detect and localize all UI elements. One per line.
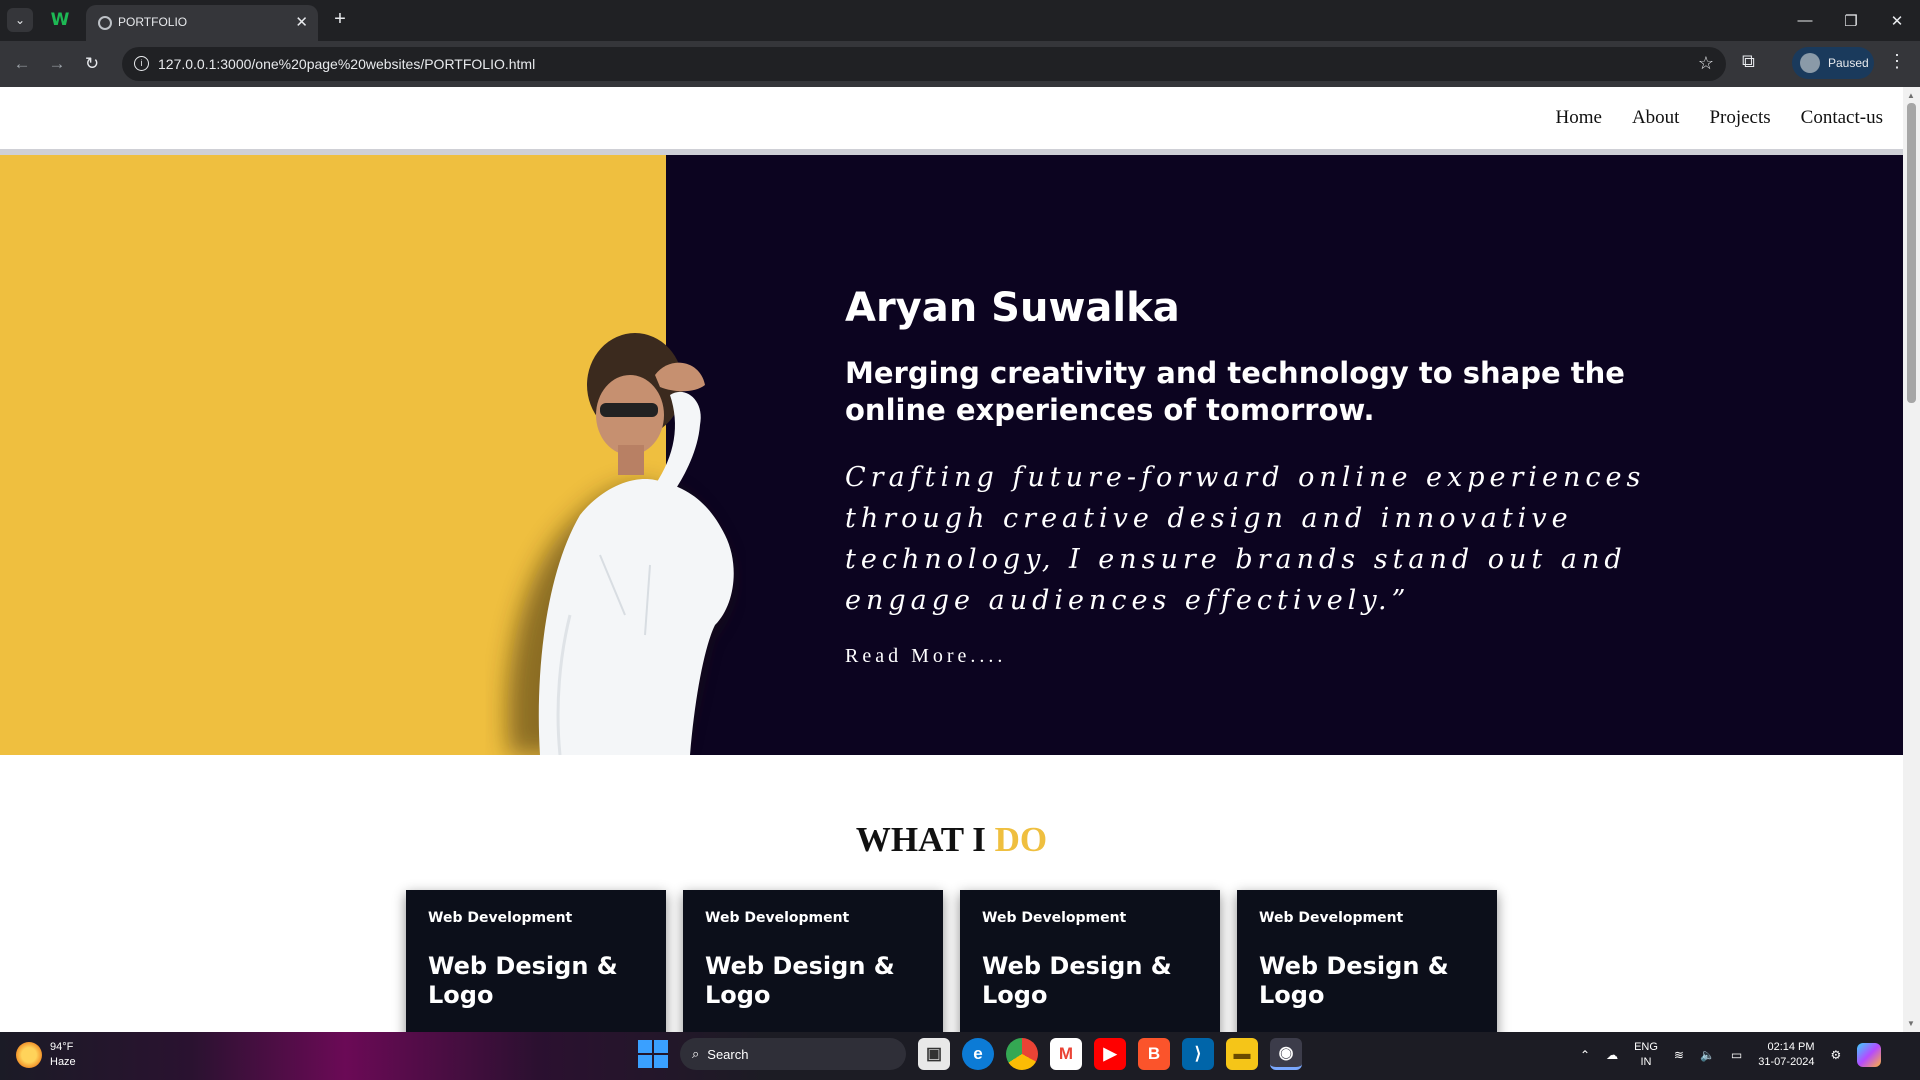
browser-toolbar: ← → ↻ i 127.0.0.1:3000/one%20page%20webs… [0,41,1920,87]
hero-text-block: Aryan Suwalka Merging creativity and tec… [845,285,1745,668]
file-explorer-icon[interactable]: ▬ [1226,1038,1258,1070]
hero-tagline: Merging creativity and technology to sha… [845,356,1625,427]
windows-start-icon[interactable] [636,1038,668,1070]
brave-icon[interactable]: B [1138,1038,1170,1070]
back-arrow-icon[interactable]: ← [10,52,34,76]
close-window-icon[interactable]: ✕ [1874,0,1920,41]
chrome-active-icon[interactable]: ◉ [1270,1038,1302,1070]
volume-icon[interactable]: 🔈 [1700,1048,1715,1062]
sun-haze-icon [16,1042,42,1068]
card-title: Web Design & Logo [428,952,618,1009]
section-title-main: WHAT I [855,820,986,859]
nav-link-contact[interactable]: Contact-us [1801,107,1883,129]
wifi-icon[interactable]: ≋ [1674,1048,1684,1062]
tab-title: PORTFOLIO [118,15,188,29]
card-title: Web Design & Logo [982,952,1172,1009]
youtube-icon[interactable]: ▶ [1094,1038,1126,1070]
avatar [1800,53,1820,73]
address-bar[interactable]: i 127.0.0.1:3000/one%20page%20websites/P… [122,47,1726,81]
weather-temp: 94°F [50,1041,74,1053]
search-icon: ⌕ [692,1046,700,1061]
browser-tab-portfolio[interactable]: PORTFOLIO ✕ [86,5,318,41]
language-indicator[interactable]: ENG IN [1634,1040,1658,1070]
taskbar-search-label: Search [707,1046,749,1062]
hero-section: Aryan Suwalka Merging creativity and tec… [0,155,1903,755]
scroll-up-arrow-icon[interactable]: ▲ [1907,91,1915,100]
copilot-icon[interactable] [1857,1043,1882,1067]
browser-tab-bar: ⌄ W PORTFOLIO ✕ + — ❐ ✕ [0,0,1920,41]
windows-taskbar: 94°F Haze ⌕ Search ▣ e M ▶ B ⟩ ▬ ◉ ⌃ ☁ E… [0,1032,1920,1080]
service-cards: Web Development Web Design & Logo Web De… [406,890,1497,1032]
card-category: Web Development [428,910,573,926]
site-navbar: Home About Projects Contact-us [0,87,1903,149]
service-card[interactable]: Web Development Web Design & Logo [406,890,666,1032]
hero-name: Aryan Suwalka [845,285,1180,331]
browser-menu-icon[interactable]: ⋮ [1888,51,1906,72]
taskbar-apps: ⌕ Search ▣ e M ▶ B ⟩ ▬ ◉ [636,1038,1302,1070]
new-tab-plus-icon[interactable]: + [328,8,352,32]
profile-status: Paused [1828,56,1869,70]
card-title: Web Design & Logo [1259,952,1449,1009]
url-text[interactable]: 127.0.0.1:3000/one%20page%20websites/POR… [158,56,535,72]
lang-line-2: IN [1640,1056,1652,1068]
tab-close-icon[interactable]: ✕ [295,13,308,31]
forward-arrow-icon[interactable]: → [45,52,69,76]
clock-time: 02:14 PM [1767,1041,1815,1053]
hero-quote: Crafting future-forward online experienc… [845,462,1646,616]
page-scrollbar[interactable]: ▲ ▼ [1903,87,1920,1032]
gmail-icon[interactable]: M [1050,1038,1082,1070]
vscode-icon[interactable]: ⟩ [1182,1038,1214,1070]
chevron-up-icon[interactable]: ⌃ [1580,1048,1590,1062]
card-title: Web Design & Logo [705,952,895,1009]
section-title-accent: DO [994,820,1048,859]
hero-portrait-image [507,333,734,755]
card-category: Web Development [705,910,850,926]
service-card[interactable]: Web Development Web Design & Logo [683,890,943,1032]
nav-link-about[interactable]: About [1632,107,1680,129]
edge-icon[interactable]: e [962,1038,994,1070]
pinned-tab-w[interactable]: W [50,10,70,30]
service-card[interactable]: Web Development Web Design & Logo [1237,890,1497,1032]
clock[interactable]: 02:14 PM 31-07-2024 [1758,1040,1814,1070]
card-category: Web Development [982,910,1127,926]
restore-icon[interactable]: ❐ [1828,0,1874,41]
weather-widget[interactable]: 94°F Haze [16,1040,76,1070]
bookmark-star-icon[interactable]: ☆ [1698,53,1714,74]
site-info-icon[interactable]: i [134,56,149,71]
globe-icon [98,16,112,30]
service-card[interactable]: Web Development Web Design & Logo [960,890,1220,1032]
system-tray: ⌃ ☁ ENG IN ≋ 🔈 ▭ 02:14 PM 31-07-2024 ⚙ [1580,1040,1882,1070]
task-view-icon[interactable]: ▣ [918,1038,950,1070]
notification-icon[interactable]: ⚙ [1831,1048,1842,1062]
taskbar-search-box[interactable]: ⌕ Search [680,1038,906,1070]
card-category: Web Development [1259,910,1404,926]
clock-date: 31-07-2024 [1758,1056,1815,1068]
extensions-puzzle-icon[interactable]: ⧉ [1742,51,1755,72]
nav-link-projects[interactable]: Projects [1709,107,1770,129]
onedrive-cloud-icon[interactable]: ☁ [1606,1048,1618,1062]
profile-button[interactable]: Paused [1792,47,1874,79]
weather-desc: Haze [50,1056,76,1068]
nav-link-home[interactable]: Home [1556,107,1602,129]
reload-icon[interactable]: ↻ [80,52,104,76]
lang-line-1: ENG [1634,1041,1658,1053]
battery-icon[interactable]: ▭ [1731,1048,1742,1062]
minimize-icon[interactable]: — [1782,0,1828,41]
page-viewport: Home About Projects Contact-us Aryan Suw… [0,87,1903,1032]
scroll-down-arrow-icon[interactable]: ▼ [1907,1019,1915,1028]
tab-search-chevron-icon[interactable]: ⌄ [7,8,33,32]
scroll-thumb[interactable] [1907,103,1916,403]
section-title-what-i-do: WHAT I DO [0,820,1903,860]
window-controls: — ❐ ✕ [1782,0,1920,41]
read-more-link[interactable]: Read More.... [845,645,1745,668]
chrome-icon[interactable] [1006,1038,1038,1070]
